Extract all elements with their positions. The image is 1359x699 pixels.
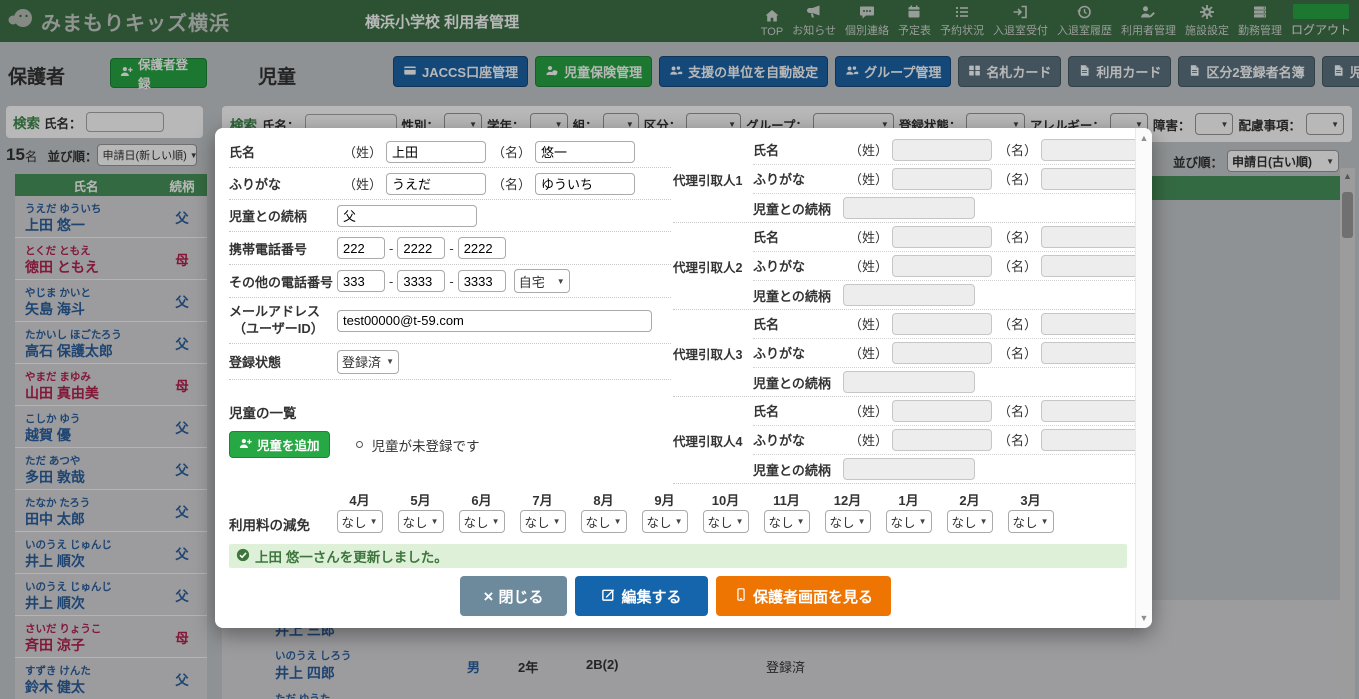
proxy4-kana-mei-input[interactable] [1041, 429, 1141, 451]
discount-select-jan[interactable]: なし▼ [886, 510, 932, 533]
other-phone-row: その他の電話番号 - - 自宅 ▼ [229, 265, 671, 298]
chevron-down-icon: ▼ [492, 517, 500, 526]
discount-select-dec[interactable]: なし▼ [825, 510, 871, 533]
name-mei-input[interactable] [535, 141, 635, 163]
mobile-2-input[interactable] [397, 237, 445, 259]
discount-select-mar[interactable]: なし▼ [1008, 510, 1054, 533]
discount-select-apr[interactable]: なし▼ [337, 510, 383, 533]
proxy3-relation-input[interactable] [843, 371, 975, 393]
proxy1-relation-input[interactable] [843, 197, 975, 219]
chevron-down-icon: ▼ [980, 517, 988, 526]
edit-pencil-icon [601, 587, 616, 606]
proxy4-name-sei-input[interactable] [892, 400, 992, 422]
modal-actions: × 閉じる 編集する 保護者画面を見る [215, 576, 1136, 616]
email-input[interactable] [337, 310, 652, 332]
chevron-down-icon: ▼ [370, 517, 378, 526]
no-children-note: 児童が未登録です [356, 435, 480, 455]
name-row: 氏名 （姓） （名） [229, 136, 671, 168]
discount-select-sep[interactable]: なし▼ [642, 510, 688, 533]
proxy3-name-mei-input[interactable] [1041, 313, 1141, 335]
registration-status-select[interactable]: 登録済 ▼ [337, 350, 399, 374]
mobile-phone-row: 携帯電話番号 - - [229, 232, 671, 265]
check-circle-icon [236, 548, 250, 565]
close-icon: × [484, 588, 494, 605]
smartphone-icon [734, 587, 748, 606]
status-row: 登録状態 登録済 ▼ [229, 344, 671, 380]
kana-row: ふりがな （姓） （名） [229, 168, 671, 200]
chevron-down-icon: ▼ [675, 517, 683, 526]
other-phone-2-input[interactable] [397, 270, 445, 292]
discount-select-jul[interactable]: なし▼ [520, 510, 566, 533]
add-child-button[interactable]: 児童を追加 [229, 431, 330, 458]
proxy1-name-sei-input[interactable] [892, 139, 992, 161]
chevron-down-icon: ▼ [553, 517, 561, 526]
kana-sei-input[interactable] [386, 173, 486, 195]
children-list-section: 児童の一覧 児童を追加 児童が未登録です [229, 402, 671, 458]
proxy2-kana-sei-input[interactable] [892, 255, 992, 277]
proxy2-name-sei-input[interactable] [892, 226, 992, 248]
update-success-message: 上田 悠一さんを更新しました。 [229, 544, 1127, 568]
proxy1-name-mei-input[interactable] [1041, 139, 1141, 161]
discount-select-feb[interactable]: なし▼ [947, 510, 993, 533]
discount-select-oct[interactable]: なし▼ [703, 510, 749, 533]
relation-row: 児童との続柄 [229, 200, 671, 232]
proxy2-relation-input[interactable] [843, 284, 975, 306]
proxy2-name-mei-input[interactable] [1041, 226, 1141, 248]
chevron-down-icon: ▼ [614, 517, 622, 526]
chevron-down-icon: ▼ [386, 357, 394, 366]
chevron-down-icon: ▼ [797, 517, 805, 526]
mobile-3-input[interactable] [458, 237, 506, 259]
proxy1-kana-sei-input[interactable] [892, 168, 992, 190]
proxy-group-4: 代理引取人4 氏名（姓）（名） ふりがな（姓）（名） 児童との続柄 [673, 397, 1135, 484]
chevron-down-icon: ▼ [1041, 517, 1049, 526]
discount-select-aug[interactable]: なし▼ [581, 510, 627, 533]
chevron-down-icon: ▼ [431, 517, 439, 526]
other-phone-3-input[interactable] [458, 270, 506, 292]
modal-scrollbar[interactable]: ▲ ▼ [1135, 128, 1152, 628]
proxy1-kana-mei-input[interactable] [1041, 168, 1141, 190]
email-row: メールアドレス（ユーザーID） [229, 298, 671, 344]
name-sei-input[interactable] [386, 141, 486, 163]
scroll-up-icon[interactable]: ▲ [1136, 133, 1152, 143]
chevron-down-icon: ▼ [858, 517, 866, 526]
chevron-down-icon: ▼ [919, 517, 927, 526]
proxy3-kana-mei-input[interactable] [1041, 342, 1141, 364]
proxy4-name-mei-input[interactable] [1041, 400, 1141, 422]
phone-type-select[interactable]: 自宅 ▼ [514, 269, 570, 293]
bullet-icon [356, 441, 363, 448]
mobile-1-input[interactable] [337, 237, 385, 259]
page: みまもりキッズ横浜 横浜小学校 利用者管理 TOP お知らせ 個別連絡 予定表 [0, 0, 1359, 699]
proxy4-kana-sei-input[interactable] [892, 429, 992, 451]
proxy3-name-sei-input[interactable] [892, 313, 992, 335]
proxy4-relation-input[interactable] [843, 458, 975, 480]
proxy-group-2: 代理引取人2 氏名（姓）（名） ふりがな（姓）（名） 児童との続柄 [673, 223, 1135, 310]
view-guardian-screen-button[interactable]: 保護者画面を見る [716, 576, 891, 616]
discount-select-nov[interactable]: なし▼ [764, 510, 810, 533]
user-plus-icon [239, 437, 252, 453]
edit-button[interactable]: 編集する [575, 576, 708, 616]
proxy-group-1: 代理引取人1 氏名（姓）（名） ふりがな（姓）（名） 児童との続柄 [673, 136, 1135, 223]
proxy2-kana-mei-input[interactable] [1041, 255, 1141, 277]
chevron-down-icon: ▼ [557, 277, 565, 286]
discount-select-jun[interactable]: なし▼ [459, 510, 505, 533]
other-phone-1-input[interactable] [337, 270, 385, 292]
close-button[interactable]: × 閉じる [460, 576, 567, 616]
scroll-down-icon[interactable]: ▼ [1136, 613, 1152, 623]
chevron-down-icon: ▼ [736, 517, 744, 526]
relation-input[interactable] [337, 205, 477, 227]
proxy3-kana-sei-input[interactable] [892, 342, 992, 364]
fee-discount-label: 利用料の減免 [229, 514, 310, 534]
guardian-detail-modal: 氏名 （姓） （名） ふりがな （姓） （名） 児童との続柄 携帯電話番号 - [215, 128, 1152, 628]
kana-mei-input[interactable] [535, 173, 635, 195]
proxy-pickup-section: 代理引取人1 氏名（姓）（名） ふりがな（姓）（名） 児童との続柄 代理引取人2… [673, 136, 1135, 484]
guardian-fields: 氏名 （姓） （名） ふりがな （姓） （名） 児童との続柄 携帯電話番号 - [229, 136, 671, 458]
proxy-group-3: 代理引取人3 氏名（姓）（名） ふりがな（姓）（名） 児童との続柄 [673, 310, 1135, 397]
discount-select-may[interactable]: なし▼ [398, 510, 444, 533]
